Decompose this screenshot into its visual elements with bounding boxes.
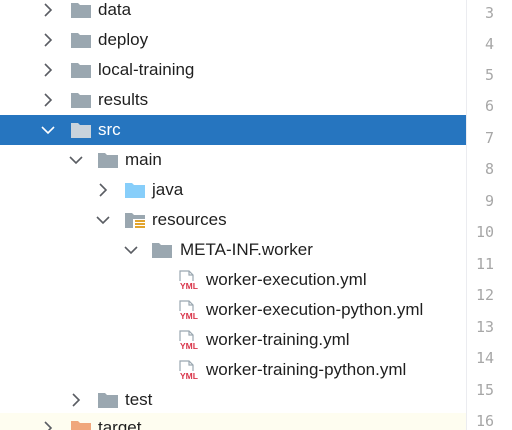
- line-number: 5: [484, 66, 494, 84]
- project-tree[interactable]: data deploy local-training results src m…: [0, 0, 466, 430]
- chevron-down-icon[interactable]: [68, 152, 84, 168]
- resources-folder-icon: [124, 211, 146, 229]
- editor-gutter: 3 4 5 6 7 8 9 10 11 12 13 14 15 16: [467, 0, 512, 430]
- tree-row-label: deploy: [98, 30, 149, 49]
- chevron-right-icon[interactable]: [68, 392, 84, 408]
- tree-row-label: local-training: [98, 60, 195, 79]
- tree-row-worker-training-yml[interactable]: YML worker-training.yml: [0, 325, 466, 355]
- tree-row-label: main: [125, 150, 162, 169]
- source-folder-icon: [124, 181, 146, 199]
- tree-row-label: src: [98, 120, 121, 139]
- tree-row-worker-execution-python-yml[interactable]: YML worker-execution-python.yml: [0, 295, 466, 325]
- line-number: 15: [475, 381, 494, 399]
- yml-file-icon: YML: [177, 300, 201, 320]
- line-number: 9: [484, 192, 494, 210]
- folder-icon: [70, 1, 92, 19]
- tree-row-worker-execution-yml[interactable]: YML worker-execution.yml: [0, 265, 466, 295]
- line-number: 14: [475, 349, 494, 367]
- folder-icon: [97, 391, 119, 409]
- chevron-down-icon[interactable]: [95, 212, 111, 228]
- tree-row-label: test: [125, 390, 153, 409]
- tree-row-resources[interactable]: resources: [0, 205, 466, 235]
- tree-row-java[interactable]: java: [0, 175, 466, 205]
- folder-icon: [70, 91, 92, 109]
- tree-row-label: data: [98, 0, 132, 19]
- yml-file-icon: YML: [177, 270, 201, 290]
- tree-row-deploy[interactable]: deploy: [0, 25, 466, 55]
- line-number: 16: [475, 412, 494, 430]
- yml-file-icon: YML: [177, 360, 201, 380]
- folder-icon: [70, 31, 92, 49]
- tree-row-data[interactable]: data: [0, 0, 466, 25]
- svg-text:YML: YML: [180, 281, 198, 290]
- excluded-folder-icon: [70, 419, 92, 430]
- tree-row-label: resources: [152, 210, 227, 229]
- tree-row-label: META-INF.worker: [180, 240, 313, 259]
- folder-icon: [97, 151, 119, 169]
- svg-text:YML: YML: [180, 341, 198, 350]
- tree-row-label: java: [152, 180, 184, 199]
- tree-row-local-training[interactable]: local-training: [0, 55, 466, 85]
- tree-row-target[interactable]: target: [0, 413, 466, 430]
- tree-row-label: worker-training-python.yml: [206, 360, 407, 379]
- line-number: 4: [484, 35, 494, 53]
- tree-row-label: worker-execution-python.yml: [206, 300, 424, 319]
- chevron-down-icon[interactable]: [40, 122, 56, 138]
- ide-window: data deploy local-training results src m…: [0, 0, 512, 430]
- chevron-right-icon[interactable]: [40, 420, 56, 430]
- line-number: 8: [484, 160, 494, 178]
- tree-row-main[interactable]: main: [0, 145, 466, 175]
- svg-text:YML: YML: [180, 371, 198, 380]
- line-number: 12: [475, 286, 494, 304]
- chevron-right-icon[interactable]: [40, 62, 56, 78]
- line-number: 3: [484, 4, 494, 22]
- tree-row-label: target: [98, 418, 142, 430]
- folder-icon: [70, 121, 92, 139]
- line-number: 10: [475, 223, 494, 241]
- line-number: 13: [475, 318, 494, 336]
- tree-row-results[interactable]: results: [0, 85, 466, 115]
- chevron-right-icon[interactable]: [40, 2, 56, 18]
- chevron-right-icon[interactable]: [95, 182, 111, 198]
- svg-text:YML: YML: [180, 311, 198, 320]
- folder-icon: [70, 61, 92, 79]
- chevron-down-icon[interactable]: [123, 242, 139, 258]
- line-number: 7: [484, 129, 494, 147]
- line-number: 6: [484, 97, 494, 115]
- tree-row-worker-training-python-yml[interactable]: YML worker-training-python.yml: [0, 355, 466, 385]
- tree-row-label: worker-execution.yml: [206, 270, 367, 289]
- folder-icon: [151, 241, 173, 259]
- chevron-right-icon[interactable]: [40, 92, 56, 108]
- yml-file-icon: YML: [177, 330, 201, 350]
- tree-row-label: results: [98, 90, 149, 109]
- tree-row-test[interactable]: test: [0, 385, 466, 415]
- tree-row-src[interactable]: src: [0, 115, 466, 145]
- chevron-right-icon[interactable]: [40, 32, 56, 48]
- tree-row-meta-inf-worker[interactable]: META-INF.worker: [0, 235, 466, 265]
- line-number: 11: [475, 255, 494, 273]
- tree-row-label: worker-training.yml: [206, 330, 350, 349]
